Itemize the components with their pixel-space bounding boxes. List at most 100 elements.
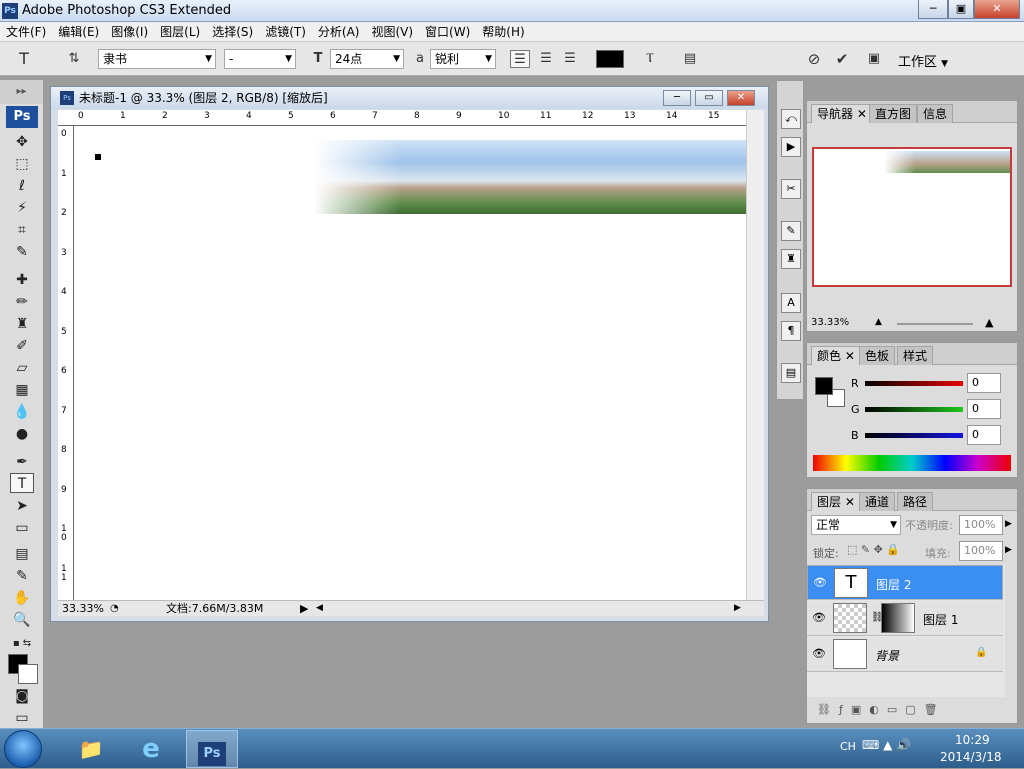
eyedropper-tool-icon[interactable]: ✎ <box>10 566 34 586</box>
scroll-left-icon[interactable]: ◀ <box>316 601 323 616</box>
character-icon[interactable]: A <box>781 293 801 313</box>
dodge-tool-icon[interactable]: ● <box>10 424 34 444</box>
commit-icon[interactable]: ✔ <box>832 50 852 68</box>
magic-wand-tool-icon[interactable]: ⚡ <box>10 198 34 218</box>
clone-source-icon[interactable]: ♜ <box>781 249 801 269</box>
input-b[interactable]: 0 <box>967 425 1001 445</box>
cancel-icon[interactable]: ⊘ <box>804 50 824 68</box>
crop-tool-icon[interactable]: ⌗ <box>10 220 34 240</box>
type-tool-preset-icon[interactable]: T <box>14 50 34 68</box>
layer-name[interactable]: 图层 1 <box>923 611 958 628</box>
slider-r[interactable] <box>865 381 963 386</box>
navigator-zoom[interactable]: 33.33% <box>811 317 849 328</box>
healing-brush-icon[interactable]: ✚ <box>10 270 34 290</box>
close-button[interactable]: ✕ <box>974 0 1020 19</box>
scroll-right-icon[interactable]: ▶ <box>734 601 741 616</box>
zoom-out-icon[interactable]: ▲ <box>875 317 882 327</box>
tab-styles[interactable]: 样式 <box>897 346 934 365</box>
slider-b[interactable] <box>865 433 963 438</box>
menu-filter[interactable]: 滤镜(T) <box>259 22 312 42</box>
tool-presets-icon[interactable]: ✂ <box>781 179 801 199</box>
quick-mask-icon[interactable]: ◙ <box>10 686 34 706</box>
eye-icon[interactable]: 👁 <box>812 575 828 591</box>
menu-window[interactable]: 窗口(W) <box>419 22 476 42</box>
tab-color[interactable]: 颜色 ✕ <box>811 346 861 365</box>
document-title[interactable]: 未标题-1 @ 33.3% (图层 2, RGB/8) [缩放后] <box>51 87 768 109</box>
align-center-icon[interactable]: ☰ <box>536 50 556 68</box>
opacity-arrow-icon[interactable]: ▶ <box>1005 519 1012 529</box>
internet-explorer-icon[interactable]: e <box>126 730 176 768</box>
character-panel-icon[interactable]: ▤ <box>680 50 700 68</box>
brushes-panel-icon[interactable]: ✎ <box>781 221 801 241</box>
align-left-icon[interactable]: ☰ <box>510 50 530 68</box>
tab-layers[interactable]: 图层 ✕ <box>811 492 861 511</box>
ps-logo[interactable]: Ps <box>6 106 38 128</box>
doc-maximize-button[interactable]: ▭ <box>695 90 723 106</box>
actions-panel-icon[interactable]: ▶ <box>781 137 801 157</box>
tray-icons[interactable]: ⌨ ▲ 🔊 <box>862 738 911 752</box>
slice-tool-icon[interactable]: ✎ <box>10 242 34 262</box>
zoom-slider[interactable] <box>897 323 973 325</box>
warp-text-icon[interactable]: Ⲧ <box>640 50 660 68</box>
history-panel-icon[interactable]: ⤺ <box>781 109 801 129</box>
pen-tool-icon[interactable]: ✒ <box>10 452 34 472</box>
input-g[interactable]: 0 <box>967 399 1001 419</box>
eye-icon[interactable]: 👁 <box>811 610 827 626</box>
eraser-tool-icon[interactable]: ▱ <box>10 358 34 378</box>
hand-tool-icon[interactable]: ✋ <box>10 588 34 608</box>
tab-paths[interactable]: 路径 <box>897 492 934 511</box>
rectangle-tool-icon[interactable]: ▭ <box>10 518 34 538</box>
menu-select[interactable]: 选择(S) <box>206 22 259 42</box>
maximize-button[interactable]: ▣ <box>948 0 974 19</box>
layer-row-background[interactable]: 👁 背景 🔒 <box>807 637 1003 672</box>
screen-mode-icon[interactable]: ▭ <box>10 708 34 728</box>
clock-time[interactable]: 10:29 <box>955 733 990 747</box>
vertical-ruler[interactable]: 0 1 2 3 4 5 6 7 8 9 1 0 1 1 <box>58 126 74 600</box>
clone-stamp-icon[interactable]: ♜ <box>10 314 34 334</box>
brush-tool-icon[interactable]: ✏ <box>10 292 34 312</box>
align-right-icon[interactable]: ☰ <box>560 50 580 68</box>
fill-arrow-icon[interactable]: ▶ <box>1005 545 1012 555</box>
history-brush-icon[interactable]: ✐ <box>10 336 34 356</box>
zoom-level[interactable]: 33.33% <box>62 601 104 616</box>
gradient-tool-icon[interactable]: ▦ <box>10 380 34 400</box>
lasso-tool-icon[interactable]: ℓ <box>10 176 34 196</box>
menu-edit[interactable]: 编辑(E) <box>52 22 105 42</box>
text-orientation-icon[interactable]: ⇅ <box>64 50 84 68</box>
paragraph-icon[interactable]: ¶ <box>781 321 801 341</box>
start-button[interactable] <box>4 730 42 768</box>
fill-input[interactable]: 100% <box>959 541 1003 561</box>
tab-info[interactable]: 信息 <box>917 104 954 123</box>
menu-file[interactable]: 文件(F) <box>0 22 52 42</box>
zoom-tool-icon[interactable]: 🔍 <box>10 610 34 630</box>
eye-icon[interactable]: 👁 <box>811 646 827 662</box>
layer-name[interactable]: 图层 2 <box>876 576 911 594</box>
layer-actions-bar[interactable]: ⛓ƒ▣◐▭▢🗑 <box>817 703 946 716</box>
doc-close-button[interactable]: ✕ <box>727 90 755 106</box>
tab-swatches[interactable]: 色板 <box>859 346 896 365</box>
minimize-button[interactable]: ─ <box>918 0 948 19</box>
menu-help[interactable]: 帮助(H) <box>476 22 530 42</box>
horizontal-ruler[interactable]: 0 1 2 3 4 5 6 7 8 9 10 11 12 13 14 15 <box>58 110 746 126</box>
layer-comps-icon[interactable]: ▤ <box>781 363 801 383</box>
menu-layer[interactable]: 图层(L) <box>154 22 206 42</box>
clock-date[interactable]: 2014/3/18 <box>940 750 1002 764</box>
workspace-menu[interactable]: 工作区 ▼ <box>898 51 948 70</box>
default-colors-icon[interactable]: ▪ ⇆ <box>10 634 34 654</box>
status-menu-icon[interactable]: ◔ <box>110 601 119 616</box>
path-selection-icon[interactable]: ➤ <box>10 496 34 516</box>
toolbox-header[interactable]: ▸▸ <box>0 80 43 104</box>
type-tool-icon[interactable]: T <box>10 473 34 493</box>
font-style-select[interactable]: - ▼ <box>224 49 296 69</box>
navigator-preview[interactable] <box>812 147 1012 287</box>
menu-image[interactable]: 图像(I) <box>105 22 154 42</box>
marquee-tool-icon[interactable]: ⬚ <box>10 154 34 174</box>
tab-histogram[interactable]: 直方图 <box>869 104 918 123</box>
layer-mask-thumb[interactable] <box>881 603 915 633</box>
vertical-scrollbar[interactable] <box>746 110 764 600</box>
menu-view[interactable]: 视图(V) <box>365 22 419 42</box>
layer-row-layer2[interactable]: 👁 T 图层 2 <box>807 565 1003 600</box>
foreground-color-box[interactable] <box>815 377 833 395</box>
font-size-select[interactable]: 24点 ▼ <box>330 49 404 69</box>
lock-icons[interactable]: ⬚ ✎ ✥ 🔒 <box>847 543 900 556</box>
